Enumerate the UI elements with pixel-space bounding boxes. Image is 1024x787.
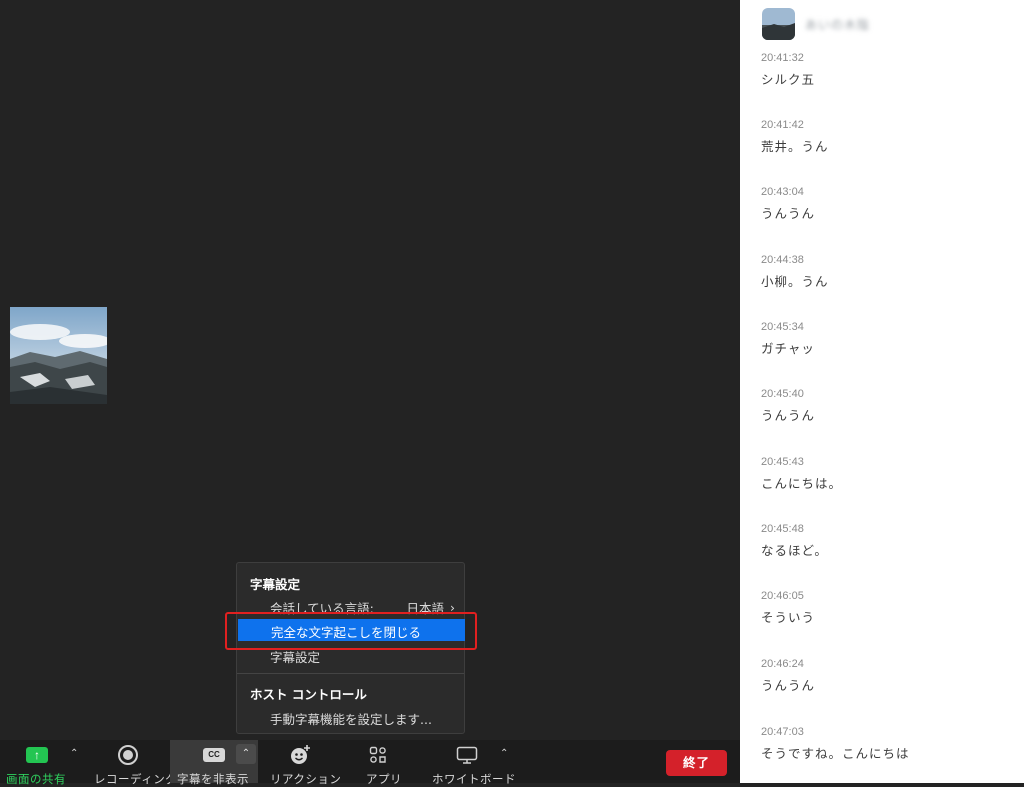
entry-time: 20:45:43: [761, 456, 804, 468]
entry-time: 20:46:24: [761, 658, 804, 670]
reaction-icon[interactable]: [289, 744, 311, 771]
transcript-entry: 20:47:03 そうですね。こんにちは: [761, 725, 910, 762]
transcript-entry: 20:45:40 うんうん: [761, 387, 815, 424]
share-screen-icon[interactable]: ↑: [26, 747, 48, 763]
transcript-username: あいの木陰: [805, 17, 871, 32]
entry-time: 20:46:05: [761, 590, 804, 602]
chevron-up-icon[interactable]: ⌃: [70, 748, 78, 759]
transcript-entry: 20:43:04 うんうん: [761, 185, 815, 222]
transcript-entry: 20:45:43 こんにちは。: [761, 455, 842, 492]
entry-text: 小柳。うん: [761, 274, 829, 289]
entry-text: そういう: [761, 610, 816, 625]
transcript-entry: 20:41:42 荒井。うん: [761, 118, 829, 155]
apps-button[interactable]: アプリ: [366, 771, 402, 787]
menu-header-host-controls: ホスト コントロール: [250, 687, 367, 702]
entry-time: 20:41:42: [761, 119, 804, 131]
manual-captions-item[interactable]: 手動字幕機能を設定します...: [270, 709, 432, 728]
transcript-panel: あいの木陰 20:41:32 シルク五 20:41:42 荒井。うん 20:43…: [740, 0, 1024, 783]
entry-text: シルク五: [761, 72, 816, 87]
entry-time: 20:45:40: [761, 388, 804, 400]
transcript-entry: 20:44:38 小柳。うん: [761, 253, 829, 290]
entry-time: 20:43:04: [761, 186, 804, 198]
transcript-entry: 20:46:24 うんうん: [761, 657, 815, 694]
transcript-entry: 20:46:05 そういう: [761, 589, 815, 626]
record-icon[interactable]: [118, 745, 138, 765]
entry-text: ガチャッ: [761, 341, 815, 356]
transcript-entry: 20:45:48 なるほど。: [761, 522, 828, 559]
entry-text: 荒井。うん: [761, 139, 829, 154]
menu-divider: [237, 673, 464, 674]
entry-time: 20:44:38: [761, 254, 804, 266]
transcript-entry: 20:41:32 シルク五: [761, 51, 815, 88]
end-meeting-button[interactable]: 終了: [666, 750, 727, 776]
user-avatar: [762, 8, 795, 40]
entry-text: うんうん: [761, 206, 816, 221]
callout-highlight-box: [225, 612, 477, 650]
recording-button[interactable]: レコーディング: [94, 771, 177, 787]
transcript-entry: 20:45:34 ガチャッ: [761, 320, 815, 357]
participant-video-thumbnail[interactable]: [10, 307, 107, 404]
chevron-up-icon[interactable]: ⌃: [236, 744, 256, 764]
whiteboard-button[interactable]: ホワイトボード: [432, 771, 516, 787]
chevron-up-icon[interactable]: ⌃: [500, 748, 508, 759]
entry-text: こんにちは。: [761, 476, 843, 491]
entry-text: そうですね。こんにちは: [761, 746, 910, 761]
entry-time: 20:41:32: [761, 52, 804, 64]
meeting-toolbar: ↑ ⌃ 画面の共有 レコーディング CC ⌃ 字幕を非表示 リアクション アプリ…: [0, 740, 740, 786]
reactions-button[interactable]: リアクション: [270, 771, 341, 787]
entry-time: 20:47:03: [761, 726, 804, 738]
entry-text: うんうん: [761, 678, 816, 693]
entry-time: 20:45:48: [761, 523, 804, 535]
entry-time: 20:45:34: [761, 321, 804, 333]
entry-text: なるほど。: [761, 543, 828, 558]
menu-header-captions: 字幕設定: [250, 577, 301, 592]
whiteboard-icon[interactable]: [456, 746, 478, 769]
cc-icon[interactable]: CC: [203, 748, 225, 762]
transcript-header: あいの木陰: [762, 8, 870, 40]
share-screen-button[interactable]: 画面の共有: [6, 771, 66, 787]
captions-label[interactable]: 字幕を非表示: [177, 771, 249, 787]
apps-icon[interactable]: [369, 746, 387, 769]
entry-text: うんうん: [761, 408, 816, 423]
